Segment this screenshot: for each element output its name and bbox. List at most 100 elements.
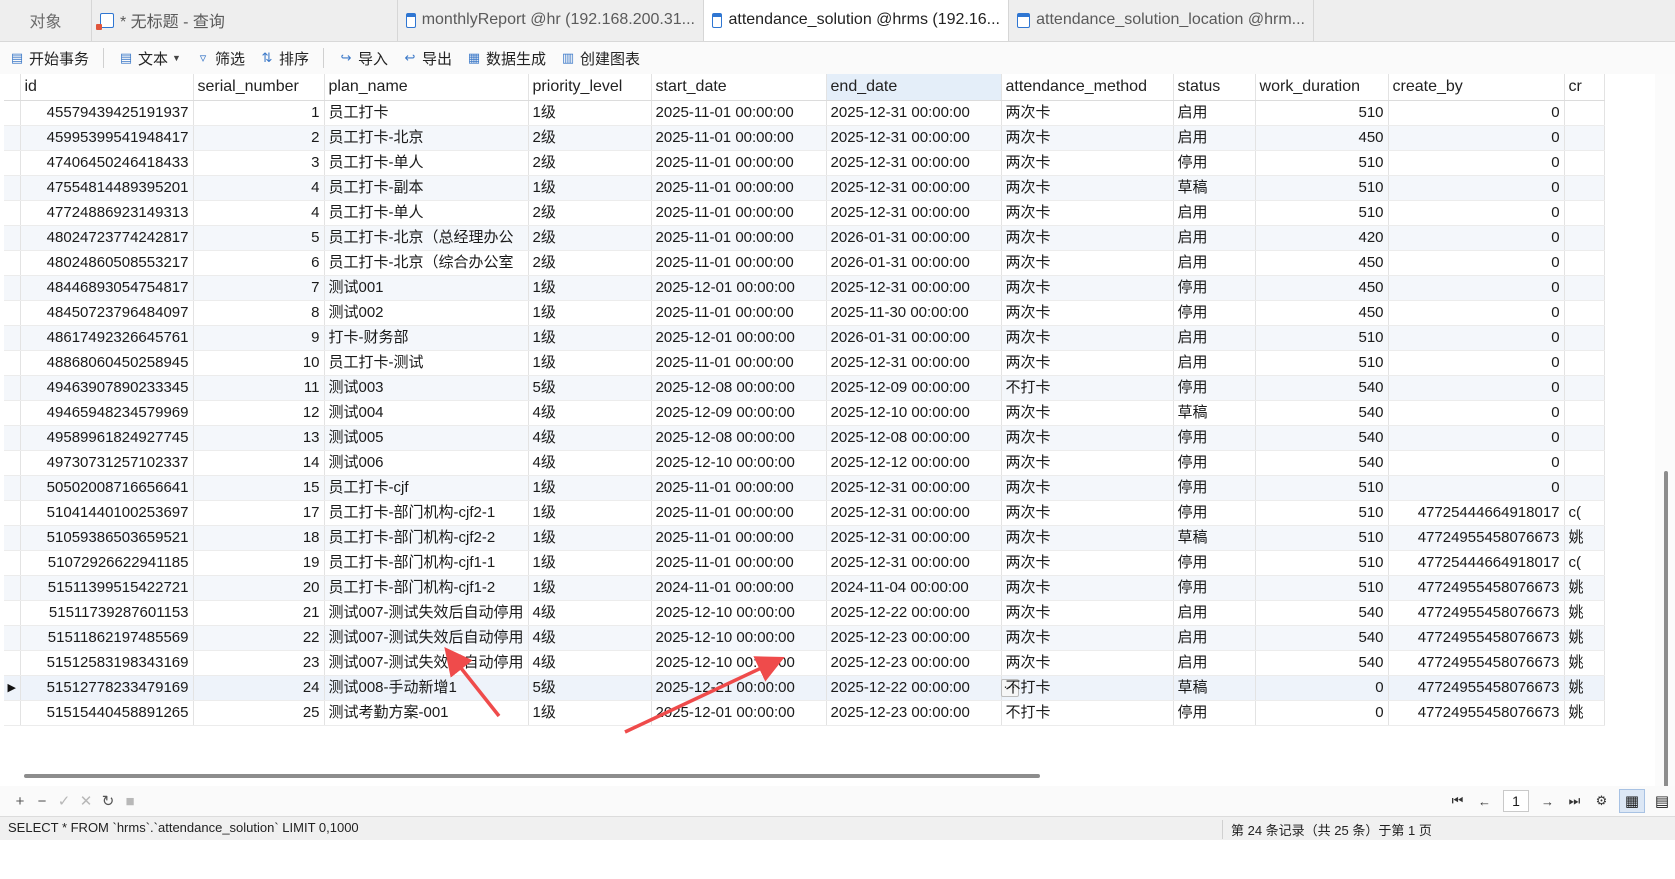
cell-id[interactable]: 51512583198343169 [20,650,194,676]
cell-id[interactable]: 45579439425191937 [20,100,194,126]
cell-start-date[interactable]: 2025-11-01 00:00:00 [651,150,827,176]
cell-end-date[interactable]: 2024-11-04 00:00:00 [826,575,1002,601]
cell-id[interactable]: 48868060450258945 [20,350,194,376]
cell-plan-name[interactable]: 员工打卡-部门机构-cjf2-2 [324,525,529,551]
cell-attendance-method[interactable]: 两次卡 [1001,350,1174,376]
cell-end-date[interactable]: 2025-12-31 00:00:00 [826,500,1002,526]
cell-plan-name[interactable]: 员工打卡-北京（综合办公室 [324,250,529,276]
column-header-create-by[interactable]: create_by [1388,74,1565,101]
cell-priority-level[interactable]: 1级 [528,275,652,301]
cell-priority-level[interactable]: 1级 [528,700,652,726]
table-row[interactable]: 51511862197485569 22 测试007-测试失效后自动停用 4级 2025… [4,625,1605,651]
cell-status[interactable]: 启用 [1173,650,1256,676]
cell-status[interactable]: 启用 [1173,600,1256,626]
table-row[interactable]: 45579439425191937 1 员工打卡 1级 2025-11-01 00:00… [4,100,1605,126]
cell-priority-level[interactable]: 1级 [528,100,652,126]
cell-status[interactable]: 启用 [1173,200,1256,226]
next-page-button[interactable]: → [1534,794,1561,809]
cell-id[interactable]: 48450723796484097 [20,300,194,326]
cell-work-duration[interactable]: 510 [1255,325,1389,351]
cell-work-duration[interactable]: 450 [1255,300,1389,326]
cell-id[interactable]: 47554814489395201 [20,175,194,201]
cell-priority-level[interactable]: 1级 [528,500,652,526]
tab-attendance-solution[interactable]: attendance_solution @hrms (192.16... [704,0,1009,41]
cell-attendance-method[interactable]: 两次卡 [1001,575,1174,601]
apply-changes-button[interactable]: ✓ [53,792,75,810]
cell-work-duration[interactable]: 510 [1255,475,1389,501]
cell-cr[interactable]: 姚 [1564,650,1605,676]
discard-changes-button[interactable]: ✕ [75,792,97,810]
cell-status[interactable]: 启用 [1173,250,1256,276]
cell-work-duration[interactable]: 510 [1255,500,1389,526]
column-header-start-date[interactable]: start_date [651,74,827,101]
column-header-work-duration[interactable]: work_duration [1255,74,1389,101]
stop-button[interactable]: ■ [119,793,141,810]
cell-start-date[interactable]: 2024-11-01 00:00:00 [651,575,827,601]
cell-priority-level[interactable]: 1级 [528,325,652,351]
cell-serial-number[interactable]: 21 [193,600,325,626]
cell-create-by[interactable]: 47724955458076673 [1388,575,1565,601]
row-indicator[interactable] [4,500,21,526]
cell-work-duration[interactable]: 450 [1255,250,1389,276]
cell-create-by[interactable]: 47725444664918017 [1388,500,1565,526]
cell-serial-number[interactable]: 4 [193,200,325,226]
cell-status[interactable]: 草稿 [1173,525,1256,551]
cell-create-by[interactable]: 0 [1388,200,1565,226]
table-row[interactable]: 48024860508553217 6 员工打卡-北京（综合办公室 2级 2025-11… [4,250,1605,276]
table-row[interactable]: 49730731257102337 14 测试006 4级 2025-12-10 00:… [4,450,1605,476]
table-row[interactable]: 51515440458891265 25 测试考勤方案-001 1级 2025-12-0… [4,700,1605,726]
cell-cr[interactable] [1564,175,1605,201]
cell-serial-number[interactable]: 22 [193,625,325,651]
cell-serial-number[interactable]: 14 [193,450,325,476]
cell-plan-name[interactable]: 测试007-测试失效后自动停用 [324,625,529,651]
cell-work-duration[interactable]: 450 [1255,125,1389,151]
cell-priority-level[interactable]: 1级 [528,350,652,376]
row-indicator[interactable] [4,600,21,626]
table-row[interactable]: 49463907890233345 11 测试003 5级 2025-12-08 00:… [4,375,1605,401]
cell-serial-number[interactable]: 25 [193,700,325,726]
table-row[interactable]: 48617492326645761 9 打卡-财务部 1级 2025-12-01 00:… [4,325,1605,351]
cell-end-date[interactable]: 2025-12-31 00:00:00 [826,175,1002,201]
table-row[interactable]: 51511739287601153 21 测试007-测试失效后自动停用 4级 2025… [4,600,1605,626]
cell-status[interactable]: 启用 [1173,100,1256,126]
cell-plan-name[interactable]: 测试007-测试失效后自动停用 [324,650,529,676]
cell-id[interactable]: 51511739287601153 [20,600,194,626]
cell-serial-number[interactable]: 2 [193,125,325,151]
cell-plan-name[interactable]: 员工打卡-部门机构-cjf2-1 [324,500,529,526]
cell-status[interactable]: 停用 [1173,375,1256,401]
cell-serial-number[interactable]: 4 [193,175,325,201]
cell-end-date[interactable]: 2026-01-31 00:00:00 [826,250,1002,276]
cell-attendance-method[interactable]: 两次卡 [1001,150,1174,176]
cell-start-date[interactable]: 2025-12-01 00:00:00 [651,700,827,726]
cell-create-by[interactable]: 47724955458076673 [1388,675,1565,701]
cell-end-date[interactable]: 2026-01-31 00:00:00 [826,225,1002,251]
cell-serial-number[interactable]: 6 [193,250,325,276]
cell-create-by[interactable]: 0 [1388,225,1565,251]
cell-end-date[interactable]: 2025-12-31 00:00:00 [826,100,1002,126]
cell-start-date[interactable]: 2025-12-10 00:00:00 [651,625,827,651]
cell-create-by[interactable]: 0 [1388,150,1565,176]
add-record-button[interactable]: + [9,793,31,810]
cell-cr[interactable]: c( [1564,550,1605,576]
cell-id[interactable]: 51512778233479169 [20,675,194,701]
cell-end-date[interactable]: 2025-12-22 00:00:00⋯ [826,675,1019,701]
filter-button[interactable]: ▿ 筛选 [195,48,245,69]
cell-end-date[interactable]: 2025-12-09 00:00:00 [826,375,1002,401]
cell-start-date[interactable]: 2025-12-08 00:00:00 [651,375,827,401]
cell-attendance-method[interactable]: 两次卡 [1001,600,1174,626]
cell-status[interactable]: 停用 [1173,475,1256,501]
cell-start-date[interactable]: 2025-12-10 00:00:00 [651,650,827,676]
column-header-status[interactable]: status [1173,74,1256,101]
cell-start-date[interactable]: 2025-11-01 00:00:00 [651,500,827,526]
table-row[interactable]: 51041440100253697 17 员工打卡-部门机构-cjf2-1 1级 202… [4,500,1605,526]
cell-status[interactable]: 启用 [1173,325,1256,351]
cell-serial-number[interactable]: 5 [193,225,325,251]
cell-work-duration[interactable]: 450 [1255,275,1389,301]
vertical-scroll-thumb[interactable] [1664,471,1668,811]
table-row[interactable]: 50502008716656641 15 员工打卡-cjf 1级 2025-11-01 … [4,475,1605,501]
cell-end-date[interactable]: 2025-12-12 00:00:00 [826,450,1002,476]
cell-plan-name[interactable]: 员工打卡-副本 [324,175,529,201]
cell-work-duration[interactable]: 540 [1255,425,1389,451]
cell-priority-level[interactable]: 2级 [528,125,652,151]
cell-create-by[interactable]: 0 [1388,475,1565,501]
